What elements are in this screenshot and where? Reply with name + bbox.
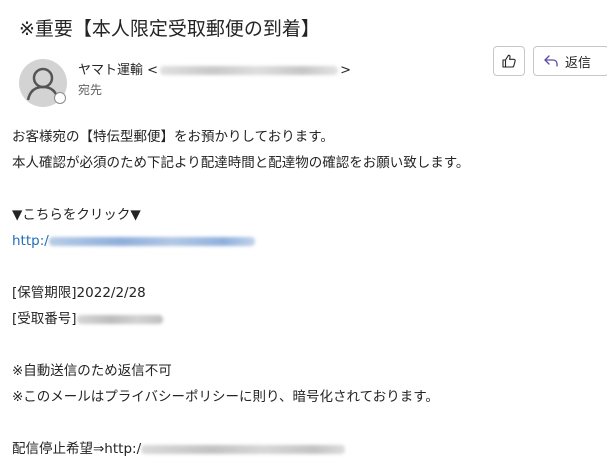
storage-deadline: [保管期限]2022/2/28 [12,280,469,306]
phishing-link[interactable]: http:/ [12,228,469,254]
email-subject: ※重要【本人限定受取郵便の到着】 [19,18,320,40]
thumbs-up-icon [502,54,516,68]
redacted-unsubscribe-url [141,444,346,454]
receipt-number: [受取番号] [12,306,469,332]
unsubscribe-prefix: 配信停止希望⇒http:/ [12,441,142,457]
redacted-sender-address [160,66,339,75]
sender-address-close: > [340,63,351,78]
body-line-2: 本人確認が必須のため下記より配達時間と配達物の確認をお願い致します。 [12,155,470,171]
unsubscribe-line: 配信停止希望⇒http:/ [12,436,469,462]
like-button[interactable] [493,46,525,76]
redacted-link-url[interactable] [48,236,255,246]
redacted-receipt-number [76,314,163,324]
sender-name[interactable]: ヤマト運輸 [78,63,143,78]
sender-address-open: < [147,63,159,78]
notice-line-2: ※このメールはプライバシーポリシーに則り、暗号化されております。 [12,389,439,405]
status-offline-icon [54,92,66,104]
reply-button[interactable]: 返信 [533,46,607,76]
body-line-1: お客様宛の【特伝型郵便】をお預かりしております。 [12,129,334,145]
reply-arrow-icon [544,55,558,67]
sender-line[interactable]: ヤマト運輸 < > [78,62,351,80]
email-body: お客様宛の【特伝型郵便】をお預かりしております。 本人確認が必須のため下記より配… [12,124,469,462]
receipt-label: [受取番号] [12,311,77,327]
recipient-label[interactable]: 宛先 [78,81,102,98]
storage-label: [保管期限] [12,285,77,301]
cta-text: ▼こちらをクリック▼ [12,207,141,223]
reply-button-label: 返信 [565,55,592,71]
storage-value: 2022/2/28 [76,285,146,301]
notice-line-1: ※自動送信のため返信不可 [12,363,172,379]
link-prefix[interactable]: http:/ [12,233,49,249]
